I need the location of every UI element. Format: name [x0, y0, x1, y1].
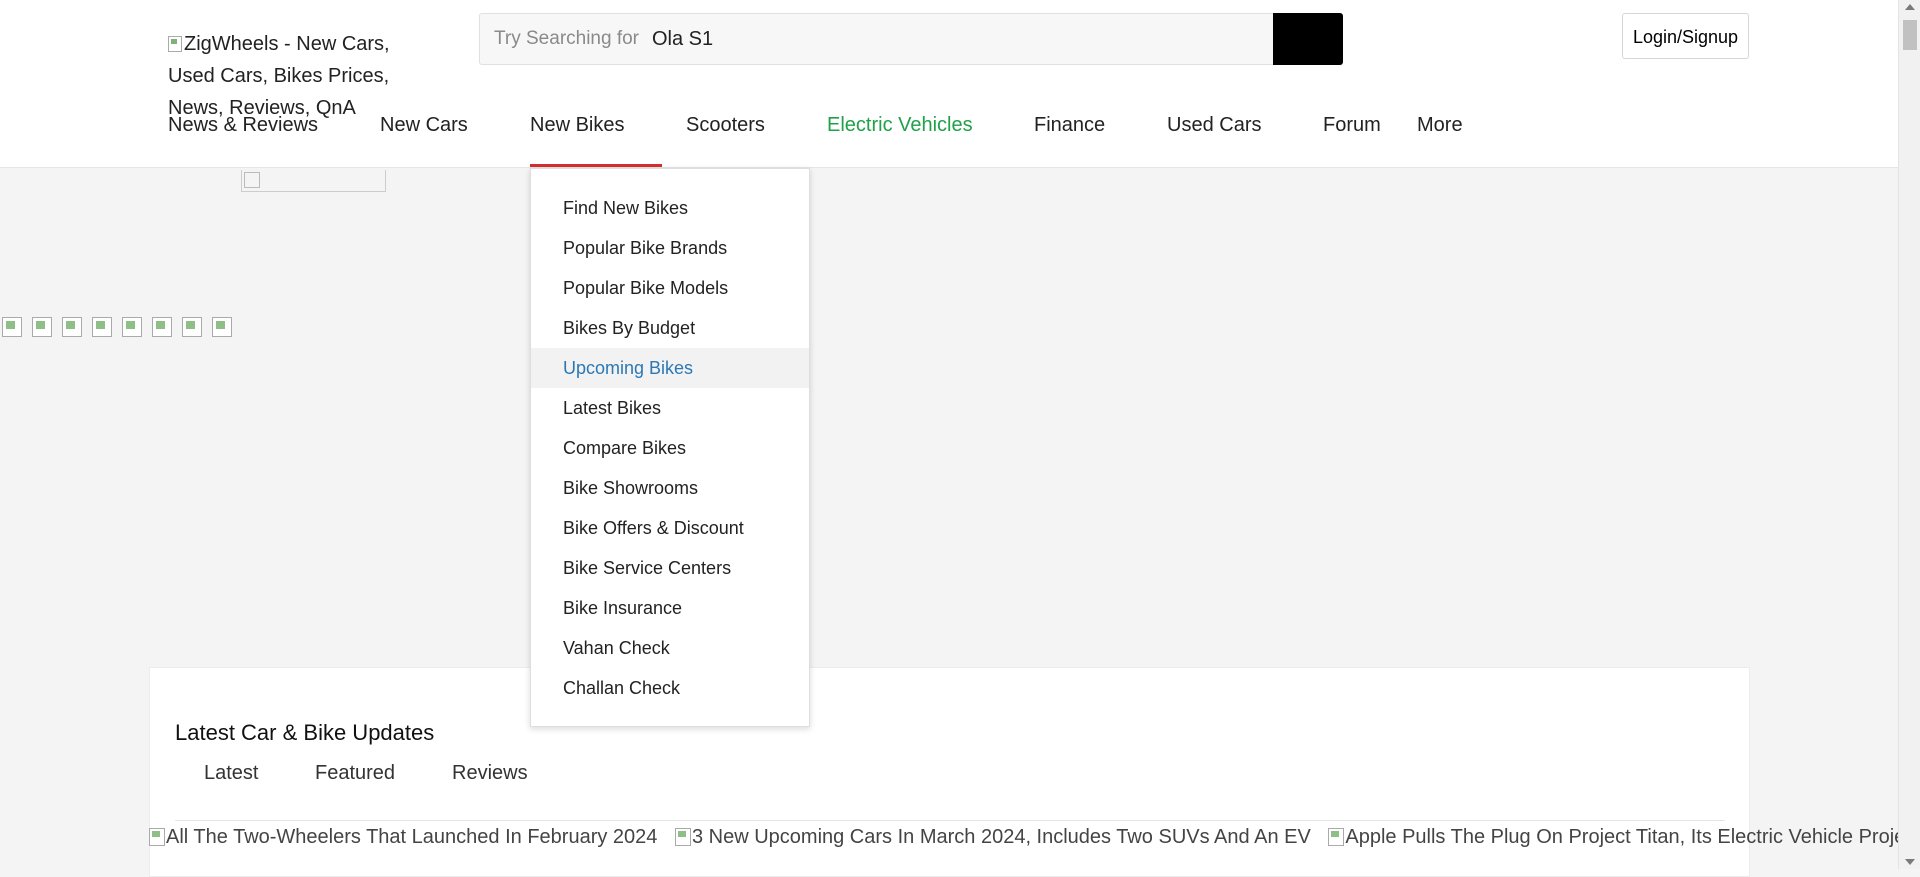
search-button[interactable] — [1273, 13, 1343, 65]
menu-item-challan-check[interactable]: Challan Check — [531, 668, 809, 708]
article-strip: All The Two-Wheelers That Launched In Fe… — [149, 826, 1898, 852]
nav-electric-vehicles[interactable]: Electric Vehicles — [827, 114, 973, 137]
brand-image-icon[interactable] — [182, 317, 202, 337]
new-bikes-dropdown: Find New Bikes Popular Bike Brands Popul… — [530, 168, 810, 727]
scroll-down-arrow-icon[interactable] — [1905, 859, 1915, 865]
nav-more[interactable]: More — [1417, 114, 1463, 137]
broken-image-icon — [244, 172, 260, 188]
article-card[interactable]: Apple Pulls The Plug On Project Titan, I… — [1328, 826, 1898, 848]
site-logo[interactable]: ZigWheels - New Cars, Used Cars, Bikes P… — [168, 28, 408, 124]
broken-image-icon — [168, 36, 182, 52]
menu-item-bike-showrooms[interactable]: Bike Showrooms — [531, 468, 809, 508]
article-alt-text: 3 New Upcoming Cars In March 2024, Inclu… — [691, 826, 1311, 848]
brand-image-icon[interactable] — [92, 317, 112, 337]
menu-item-compare-bikes[interactable]: Compare Bikes — [531, 428, 809, 468]
scroll-thumb[interactable] — [1903, 20, 1917, 50]
nav-finance[interactable]: Finance — [1034, 114, 1105, 137]
divider — [175, 820, 1725, 821]
site-header: ZigWheels - New Cars, Used Cars, Bikes P… — [0, 0, 1898, 168]
search-bar: Try Searching for — [479, 13, 1343, 65]
page-scrollbar[interactable] — [1898, 0, 1920, 869]
updates-title: Latest Car & Bike Updates — [175, 720, 435, 745]
broken-image-icon — [1328, 828, 1345, 846]
tab-reviews[interactable]: Reviews — [452, 762, 528, 785]
menu-item-latest-bikes[interactable]: Latest Bikes — [531, 388, 809, 428]
menu-item-find-new-bikes[interactable]: Find New Bikes — [531, 188, 809, 228]
search-prefix: Try Searching for — [494, 28, 640, 49]
brand-image-icon[interactable] — [62, 317, 82, 337]
menu-item-popular-bike-models[interactable]: Popular Bike Models — [531, 268, 809, 308]
nav-forum[interactable]: Forum — [1323, 114, 1381, 137]
article-card[interactable]: All The Two-Wheelers That Launched In Fe… — [149, 826, 663, 848]
brand-image-icon[interactable] — [32, 317, 52, 337]
nav-scooters[interactable]: Scooters — [686, 114, 765, 137]
logo-alt-text: ZigWheels - New Cars, Used Cars, Bikes P… — [168, 33, 390, 119]
menu-item-upcoming-bikes[interactable]: Upcoming Bikes — [531, 348, 809, 388]
nav-new-cars[interactable]: New Cars — [380, 114, 468, 137]
menu-item-bike-service-centers[interactable]: Bike Service Centers — [531, 548, 809, 588]
menu-item-popular-bike-brands[interactable]: Popular Bike Brands — [531, 228, 809, 268]
tab-latest[interactable]: Latest — [204, 762, 258, 785]
brand-image-icon[interactable] — [122, 317, 142, 337]
nav-active-underline — [530, 164, 662, 167]
tab-featured[interactable]: Featured — [315, 762, 395, 785]
menu-item-vahan-check[interactable]: Vahan Check — [531, 628, 809, 668]
menu-item-bike-insurance[interactable]: Bike Insurance — [531, 588, 809, 628]
nav-new-bikes[interactable]: New Bikes — [530, 114, 624, 137]
menu-item-bikes-by-budget[interactable]: Bikes By Budget — [531, 308, 809, 348]
article-alt-text: Apple Pulls The Plug On Project Titan, I… — [1345, 826, 1898, 848]
article-alt-text: All The Two-Wheelers That Launched In Fe… — [166, 826, 658, 848]
nav-news-reviews[interactable]: News & Reviews — [168, 114, 318, 137]
brand-image-icon[interactable] — [152, 317, 172, 337]
broken-image-icon — [674, 828, 691, 846]
brand-image-icon[interactable] — [212, 317, 232, 337]
brand-image-icon[interactable] — [2, 317, 22, 337]
article-card[interactable]: 3 New Upcoming Cars In March 2024, Inclu… — [674, 826, 1317, 848]
search-input[interactable] — [652, 22, 1252, 56]
scroll-up-arrow-icon[interactable] — [1905, 4, 1915, 10]
nav-used-cars[interactable]: Used Cars — [1167, 114, 1261, 137]
broken-image-icon — [149, 828, 165, 846]
menu-item-bike-offers[interactable]: Bike Offers & Discount — [531, 508, 809, 548]
login-signup-button[interactable]: Login/Signup — [1622, 13, 1749, 59]
banner-image — [241, 170, 386, 192]
